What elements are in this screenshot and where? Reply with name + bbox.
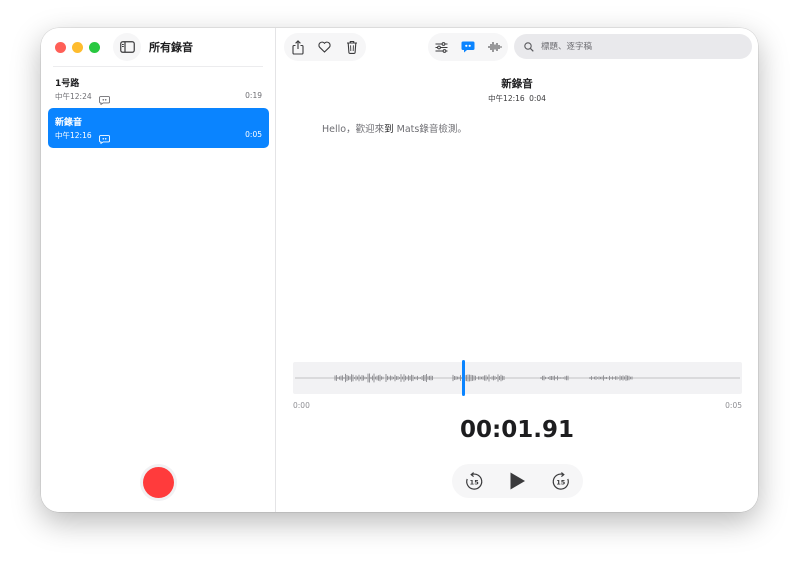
playback-controls: 15 15: [452, 464, 583, 498]
sidebar: 所有錄音 1号路 中午12:24 0:19 新錄音 中午12:16 0:05: [41, 28, 276, 512]
sliders-icon: [435, 41, 448, 53]
recording-detail: 新錄音 中午12:16 0:04 Hello，歡迎來到 Mats錄音檢測。 0:…: [276, 28, 758, 512]
search-icon: [524, 41, 534, 52]
zoom-window-button[interactable]: [89, 42, 100, 53]
divider: [53, 66, 263, 67]
recording-time: 中午12:16: [55, 131, 92, 140]
recording-duration: 0:05: [245, 130, 262, 139]
playhead[interactable]: [462, 360, 466, 396]
share-icon: [292, 39, 304, 55]
recording-date: 中午12:16: [488, 94, 525, 103]
record-button[interactable]: [143, 467, 174, 498]
toolbar-actions: [284, 33, 366, 61]
waveform-graphic: [295, 373, 740, 383]
play-button[interactable]: [502, 466, 532, 496]
recording-title[interactable]: 新錄音: [276, 76, 758, 91]
search-field[interactable]: [514, 34, 752, 59]
search-input[interactable]: [539, 40, 743, 53]
recording-duration: 0:19: [245, 91, 262, 100]
delete-button[interactable]: [339, 34, 365, 60]
transcript-segment: Mats錄音檢測。: [393, 124, 467, 135]
transcript-text[interactable]: Hello，歡迎來到 Mats錄音檢測。: [322, 121, 467, 135]
recording-time: 中午12:24: [55, 92, 92, 101]
recording-name: 新錄音: [55, 118, 83, 128]
transcript-current-word: 到: [384, 124, 394, 135]
close-window-button[interactable]: [55, 42, 66, 53]
sidebar-toggle-button[interactable]: [113, 33, 141, 61]
recording-item-selected[interactable]: 新錄音 中午12:16 0:05: [48, 108, 269, 148]
waveform-icon: [488, 42, 502, 52]
playback-timer: 00:01.91: [460, 417, 574, 443]
quote-bubble-icon: [461, 41, 475, 53]
sidebar-icon: [119, 41, 135, 53]
trash-icon: [347, 40, 358, 54]
sidebar-title: 所有錄音: [149, 41, 193, 54]
skip-back-button[interactable]: 15: [459, 466, 489, 496]
minimize-window-button[interactable]: [72, 42, 83, 53]
recording-length: 0:04: [529, 94, 546, 103]
recording-item[interactable]: 1号路 中午12:24 0:19: [48, 69, 269, 109]
skip-forward-button[interactable]: 15: [546, 466, 576, 496]
transcript-icon: [99, 129, 110, 148]
transcript-icon: [99, 90, 110, 109]
transcript-segment: Hello，歡迎來: [322, 124, 385, 135]
toolbar-views: [428, 33, 508, 61]
share-button[interactable]: [285, 34, 311, 60]
recording-meta: 中午12:16 0:04: [276, 93, 758, 104]
timeline-start: 0:00: [293, 401, 310, 410]
voice-memos-window: 所有錄音 1号路 中午12:24 0:19 新錄音 中午12:16 0:05 標…: [41, 28, 758, 512]
transcript-toggle-button[interactable]: [455, 34, 481, 60]
waveform-scrubber[interactable]: [293, 360, 742, 396]
play-icon: [510, 472, 526, 490]
waveform-button[interactable]: [482, 34, 508, 60]
settings-button[interactable]: [428, 34, 454, 60]
skip-back-label: 15: [470, 478, 480, 486]
heart-icon: [318, 41, 332, 53]
skip-forward-15-icon: 15: [552, 472, 569, 490]
recording-name: 1号路: [55, 79, 80, 89]
timeline-end: 0:05: [725, 401, 742, 410]
skip-forward-label: 15: [556, 478, 566, 486]
skip-back-15-icon: 15: [465, 472, 483, 490]
favorite-button[interactable]: [312, 34, 338, 60]
